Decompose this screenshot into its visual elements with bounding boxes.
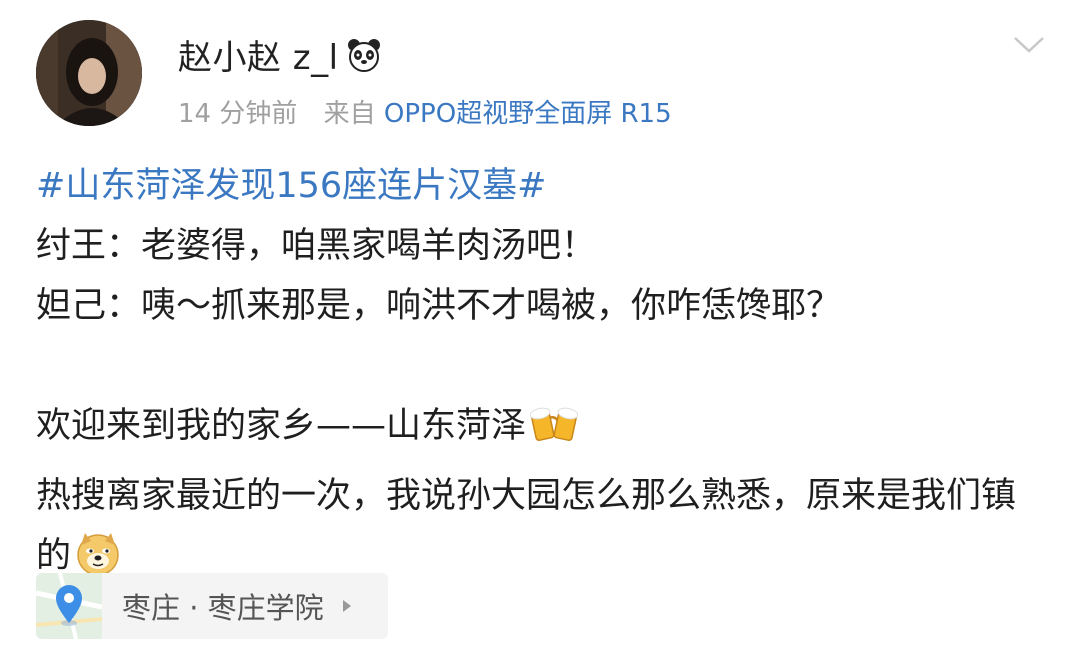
location-tag[interactable]: 枣庄 · 枣庄学院 — [36, 573, 388, 639]
source-device-link[interactable]: OPPO超视野全面屏 R15 — [384, 99, 672, 129]
hashtag-link[interactable]: #山东菏泽发现156座连片汉墓# — [36, 156, 1046, 216]
location-label: 枣庄 · 枣庄学院 — [122, 591, 324, 625]
source-label: 来自 — [323, 99, 376, 129]
avatar-image — [36, 20, 142, 126]
post-line-with-emoji: 欢迎来到我的家乡——山东菏泽 — [36, 396, 1046, 466]
chevron-right-icon — [342, 598, 352, 614]
username[interactable]: 赵小赵 z_l — [178, 30, 339, 79]
post-line: 热搜离家最近的一次，我说孙大园怎么那么熟悉，原来是我们镇的 — [36, 476, 1017, 576]
post-line: 妲己：咦～抓来那是，响洪不才喝被，你咋恁馋耶？ — [36, 286, 842, 326]
panda-face-icon — [347, 38, 381, 72]
post-line: 欢迎来到我的家乡——山东菏泽 — [36, 406, 527, 446]
post-body: #山东菏泽发现156座连片汉墓# 纣王：老婆得，咱黑家喝羊肉汤吧！ 妲己：咦～抓… — [36, 156, 1046, 596]
avatar[interactable] — [36, 20, 142, 126]
post-time: 14 分钟前 — [178, 99, 298, 129]
username-row: 赵小赵 z_l — [178, 30, 381, 79]
beer-cheers-icon — [529, 403, 579, 466]
chevron-down-icon[interactable] — [1012, 34, 1046, 56]
post-meta: 14 分钟前 来自 OPPO超视野全面屏 R15 — [178, 93, 672, 130]
map-pin-icon — [36, 573, 103, 639]
post-line: 纣王：老婆得，咱黑家喝羊肉汤吧！ — [36, 226, 597, 266]
